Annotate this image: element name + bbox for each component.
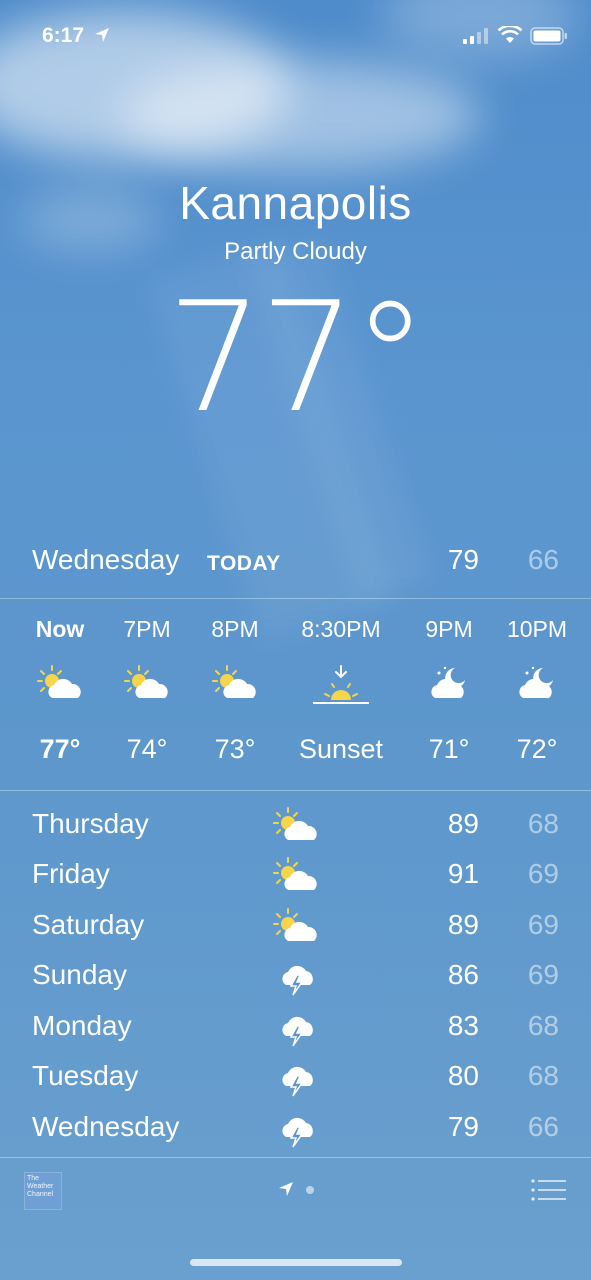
hour-temp: 71° [428,734,470,764]
day-high: 89 [447,808,479,839]
day-high: 80 [447,1060,479,1091]
hour-label: 7PM [123,616,171,642]
day-name: Sunday [32,959,127,990]
battery-icon [530,27,567,45]
hour-temp: 74° [126,734,168,764]
hour-temp: 72° [516,734,558,764]
day-high: 79 [447,1111,479,1142]
partly-cloudy-night-icon [487,664,587,708]
day-name: Saturday [32,909,145,940]
sunset-icon [271,664,411,708]
thunderstorm-icon [272,1008,320,1048]
day-name: Tuesday [32,1060,139,1091]
day-low: 68 [527,1010,559,1041]
divider [0,598,591,599]
today-tag: TODAY [207,552,281,575]
partly-cloudy-day-icon [185,664,285,708]
partly-cloudy-day-icon [10,664,110,708]
today-high: 79 [447,544,479,575]
day-low: 66 [527,1111,559,1142]
today-low: 66 [527,544,559,575]
day-low: 68 [527,1060,559,1091]
hour-temp: 73° [214,734,256,764]
daily-row: Thursday 89 68 [0,804,591,854]
partly-cloudy-day-icon [272,806,320,846]
daily-row: Saturday 89 69 [0,905,591,955]
thunderstorm-icon [272,957,320,997]
divider [0,790,591,791]
daily-row: Friday 91 69 [0,854,591,904]
hour-temp: Sunset [298,734,384,764]
location-arrow-icon [95,28,109,42]
footer-toolbar: The Weather Channel [0,1158,591,1228]
daily-row: Wednesday 79 66 [0,1107,591,1157]
daily-row: Sunday 86 69 [0,955,591,1005]
status-bar: 6:17 [0,0,591,72]
current-condition: Partly Cloudy [224,238,367,265]
city-list-icon[interactable] [531,1178,567,1202]
today-row: Wednesday TODAY 79 66 [0,540,591,586]
hour-label: 9PM [425,616,473,642]
thunderstorm-icon [272,1058,320,1098]
partly-cloudy-day-icon [272,856,320,896]
hour-label: Now [35,616,85,642]
current-location-page-icon[interactable] [278,1181,294,1197]
partly-cloudy-day-icon [272,907,320,947]
day-name: Wednesday [32,1111,180,1142]
day-name: Monday [32,1010,132,1041]
current-temperature: 77° [166,269,428,446]
cellular-signal-icon [463,28,488,44]
wifi-icon [498,26,522,43]
hour-label: 8PM [211,616,259,642]
day-high: 86 [447,959,479,990]
weather-channel-logo[interactable]: The Weather Channel [24,1172,62,1210]
hourly-forecast[interactable]: Now 77° 7PM 74° 8PM 73° 8:30PM Sunset 9P… [0,600,591,790]
day-name: Thursday [32,808,149,839]
day-high: 89 [447,909,479,940]
day-low: 69 [527,959,559,990]
partly-cloudy-night-icon [399,664,499,708]
hour-label: 10PM [506,616,568,642]
daily-row: Tuesday 80 68 [0,1056,591,1106]
thunderstorm-icon [272,1109,320,1149]
day-high: 91 [447,858,479,889]
hour-label: 8:30PM [301,616,381,642]
city-name: Kannapolis [179,177,412,229]
hour-temp: 77° [39,734,81,764]
day-low: 69 [527,858,559,889]
day-low: 68 [527,808,559,839]
day-name: Friday [32,858,110,889]
page-dot[interactable] [306,1186,314,1194]
day-high: 83 [447,1010,479,1041]
status-time: 6:17 [42,24,85,47]
partly-cloudy-day-icon [97,664,197,708]
daily-row: Monday 83 68 [0,1006,591,1056]
today-day: Wednesday [32,544,180,575]
day-low: 69 [527,909,559,940]
home-indicator[interactable] [190,1259,402,1266]
